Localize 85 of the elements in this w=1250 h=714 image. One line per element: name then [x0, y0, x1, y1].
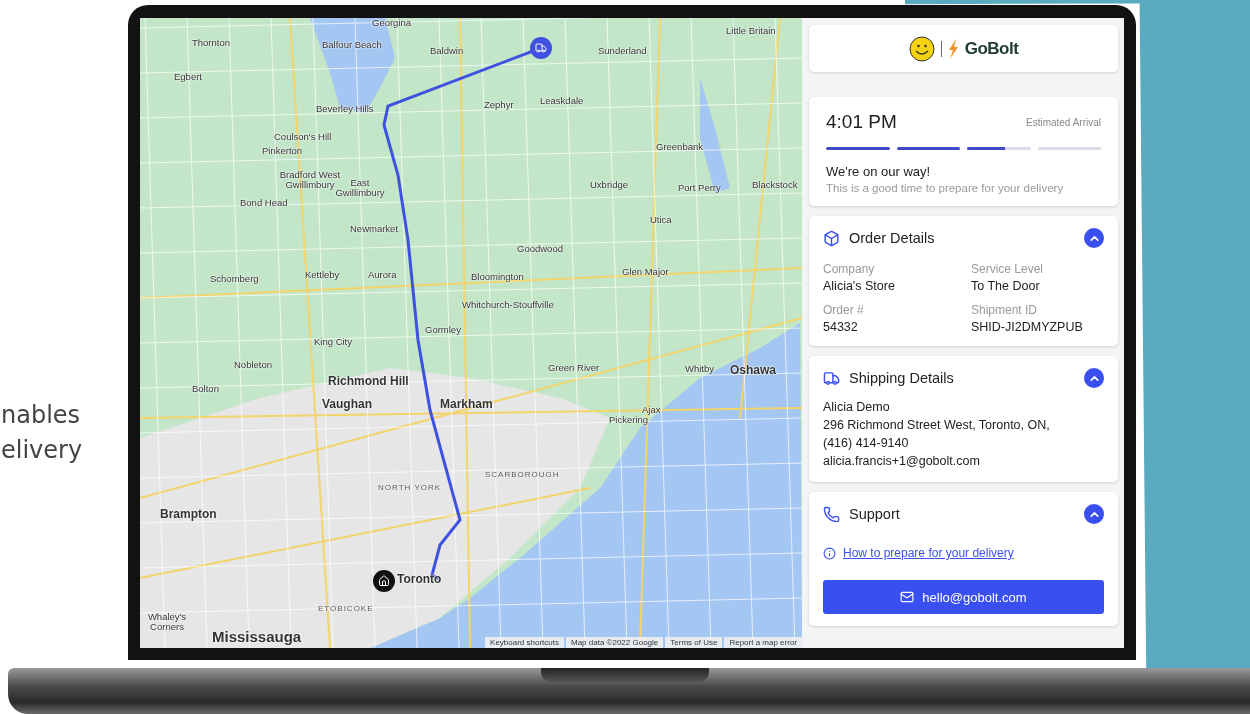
- map-place-label: Ajax: [642, 405, 661, 415]
- map-attribution-link[interactable]: Report a map error: [724, 637, 802, 648]
- map-place-label: Thornton: [192, 38, 231, 48]
- smiley-icon: [908, 35, 935, 62]
- section-title: Shipping Details: [849, 370, 955, 386]
- map-place-label: Whitby: [685, 364, 715, 374]
- help-link[interactable]: How to prepare for your delivery: [843, 546, 1014, 560]
- map-place-label: Coulson's Hill: [274, 132, 332, 142]
- info-icon: [823, 546, 836, 560]
- field-label: Order #: [823, 303, 865, 317]
- box-icon: [823, 229, 840, 247]
- map-place-label: Bloomington: [471, 272, 524, 282]
- map-place-label: Newmarket: [350, 224, 399, 234]
- map-place-label: Oshawa: [730, 364, 777, 377]
- map-place-label: Toronto: [397, 573, 442, 586]
- arrival-time: 4:01 PM: [826, 111, 897, 133]
- map-place-label: Green River: [548, 363, 600, 373]
- map-place-label: Whaley's Corners: [146, 612, 188, 632]
- bolt-icon: [947, 38, 959, 59]
- map-place-label: Gormley: [425, 325, 461, 335]
- field-value: SHID-JI2DMYZPUB: [971, 320, 1084, 334]
- field-label: Company: [823, 262, 876, 276]
- address-line: alicia.francis+1@gobolt.com: [823, 453, 981, 470]
- map-place-label: SCARBOROUGH: [485, 471, 560, 480]
- field-value: 54332: [823, 320, 859, 334]
- map-place-label: Glen Major: [622, 267, 669, 277]
- map-place-label: Schomberg: [210, 274, 259, 284]
- map-place-label: Nobleton: [234, 360, 273, 370]
- map-place-label: Beverley Hills: [316, 104, 374, 114]
- map-attribution-link[interactable]: Keyboard shortcuts: [485, 637, 564, 648]
- status-text: We're on our way!: [826, 164, 932, 179]
- truck-icon: [535, 42, 547, 54]
- map-place-label: Vaughan: [322, 398, 372, 411]
- collapse-toggle[interactable]: [1084, 228, 1104, 248]
- phone-icon: [823, 505, 840, 523]
- field-label: Service Level: [971, 262, 1045, 276]
- map-place-label: Bond Head: [240, 198, 288, 208]
- section-title: Order Details: [849, 230, 936, 246]
- home-icon: [378, 575, 390, 587]
- map-place-label: Mississauga: [212, 629, 302, 645]
- map-place-label: Blackstock: [752, 180, 798, 190]
- address-line: 296 Richmond Street West, Toronto, ON,: [823, 417, 1051, 434]
- map-place-label: Balfour Beach: [322, 40, 382, 50]
- map-place-label: NORTH YORK: [378, 484, 442, 493]
- truck-icon: [823, 369, 840, 387]
- map-place-label: Egbert: [174, 72, 202, 82]
- map-place-label: Zephyr: [484, 100, 514, 110]
- map-place-label: Uxbridge: [590, 180, 629, 190]
- section-title: Support: [849, 506, 901, 522]
- map-place-label: Port Perry: [678, 183, 721, 193]
- map-place-label: Richmond Hill: [328, 375, 409, 388]
- map-attribution-link[interactable]: Map data ©2022 Google: [566, 637, 664, 648]
- map-place-label: Little Britain: [726, 26, 776, 36]
- map-place-label: Goodwood: [517, 244, 563, 254]
- field-value: Alicia's Store: [823, 279, 896, 293]
- collapse-toggle[interactable]: [1084, 504, 1104, 524]
- map-place-label: Baldwin: [430, 46, 464, 56]
- field-label: Shipment ID: [971, 303, 1039, 317]
- mail-icon: [900, 590, 915, 604]
- map-place-label: ETOBICOKE: [318, 605, 374, 614]
- brand-name: GoBolt: [964, 38, 1019, 59]
- email-button[interactable]: hello@gobolt.com: [823, 580, 1104, 614]
- address-line: (416) 414-9140: [823, 435, 910, 452]
- map-place-label: Bradford West Gwillimbury: [278, 170, 341, 190]
- map-place-label: Brampton: [160, 508, 217, 521]
- field-value: To The Door: [971, 279, 1041, 293]
- map-place-label: Greenbank: [656, 142, 703, 152]
- map-place-label: Pickering: [609, 415, 649, 425]
- map-attribution-link[interactable]: Terms of Use: [665, 637, 723, 648]
- map-place-label: King City: [314, 337, 352, 347]
- map-place-label: Pinkerton: [262, 146, 303, 156]
- caption-text: nables: [1, 400, 82, 431]
- address-line: Alicia Demo: [823, 399, 891, 416]
- map-place-label: Utica: [650, 215, 672, 225]
- map-place-label: Kettleby: [305, 270, 340, 280]
- map-place-label: Whitchurch-Stouffville: [462, 300, 554, 310]
- map-place-label: Georgina: [372, 18, 412, 28]
- map-place-label: Aurora: [368, 270, 397, 280]
- collapse-toggle[interactable]: [1084, 368, 1104, 388]
- map-place-label: Sunderland: [598, 46, 647, 56]
- map-place-label: Leaskdale: [540, 96, 584, 106]
- hint-text: This is a good time to prepare for your delivery: [826, 182, 1065, 194]
- arrival-label: Estimated Arrival: [1025, 116, 1101, 128]
- caption-text: elivery: [1, 435, 83, 466]
- map-place-label: Bolton: [192, 384, 219, 394]
